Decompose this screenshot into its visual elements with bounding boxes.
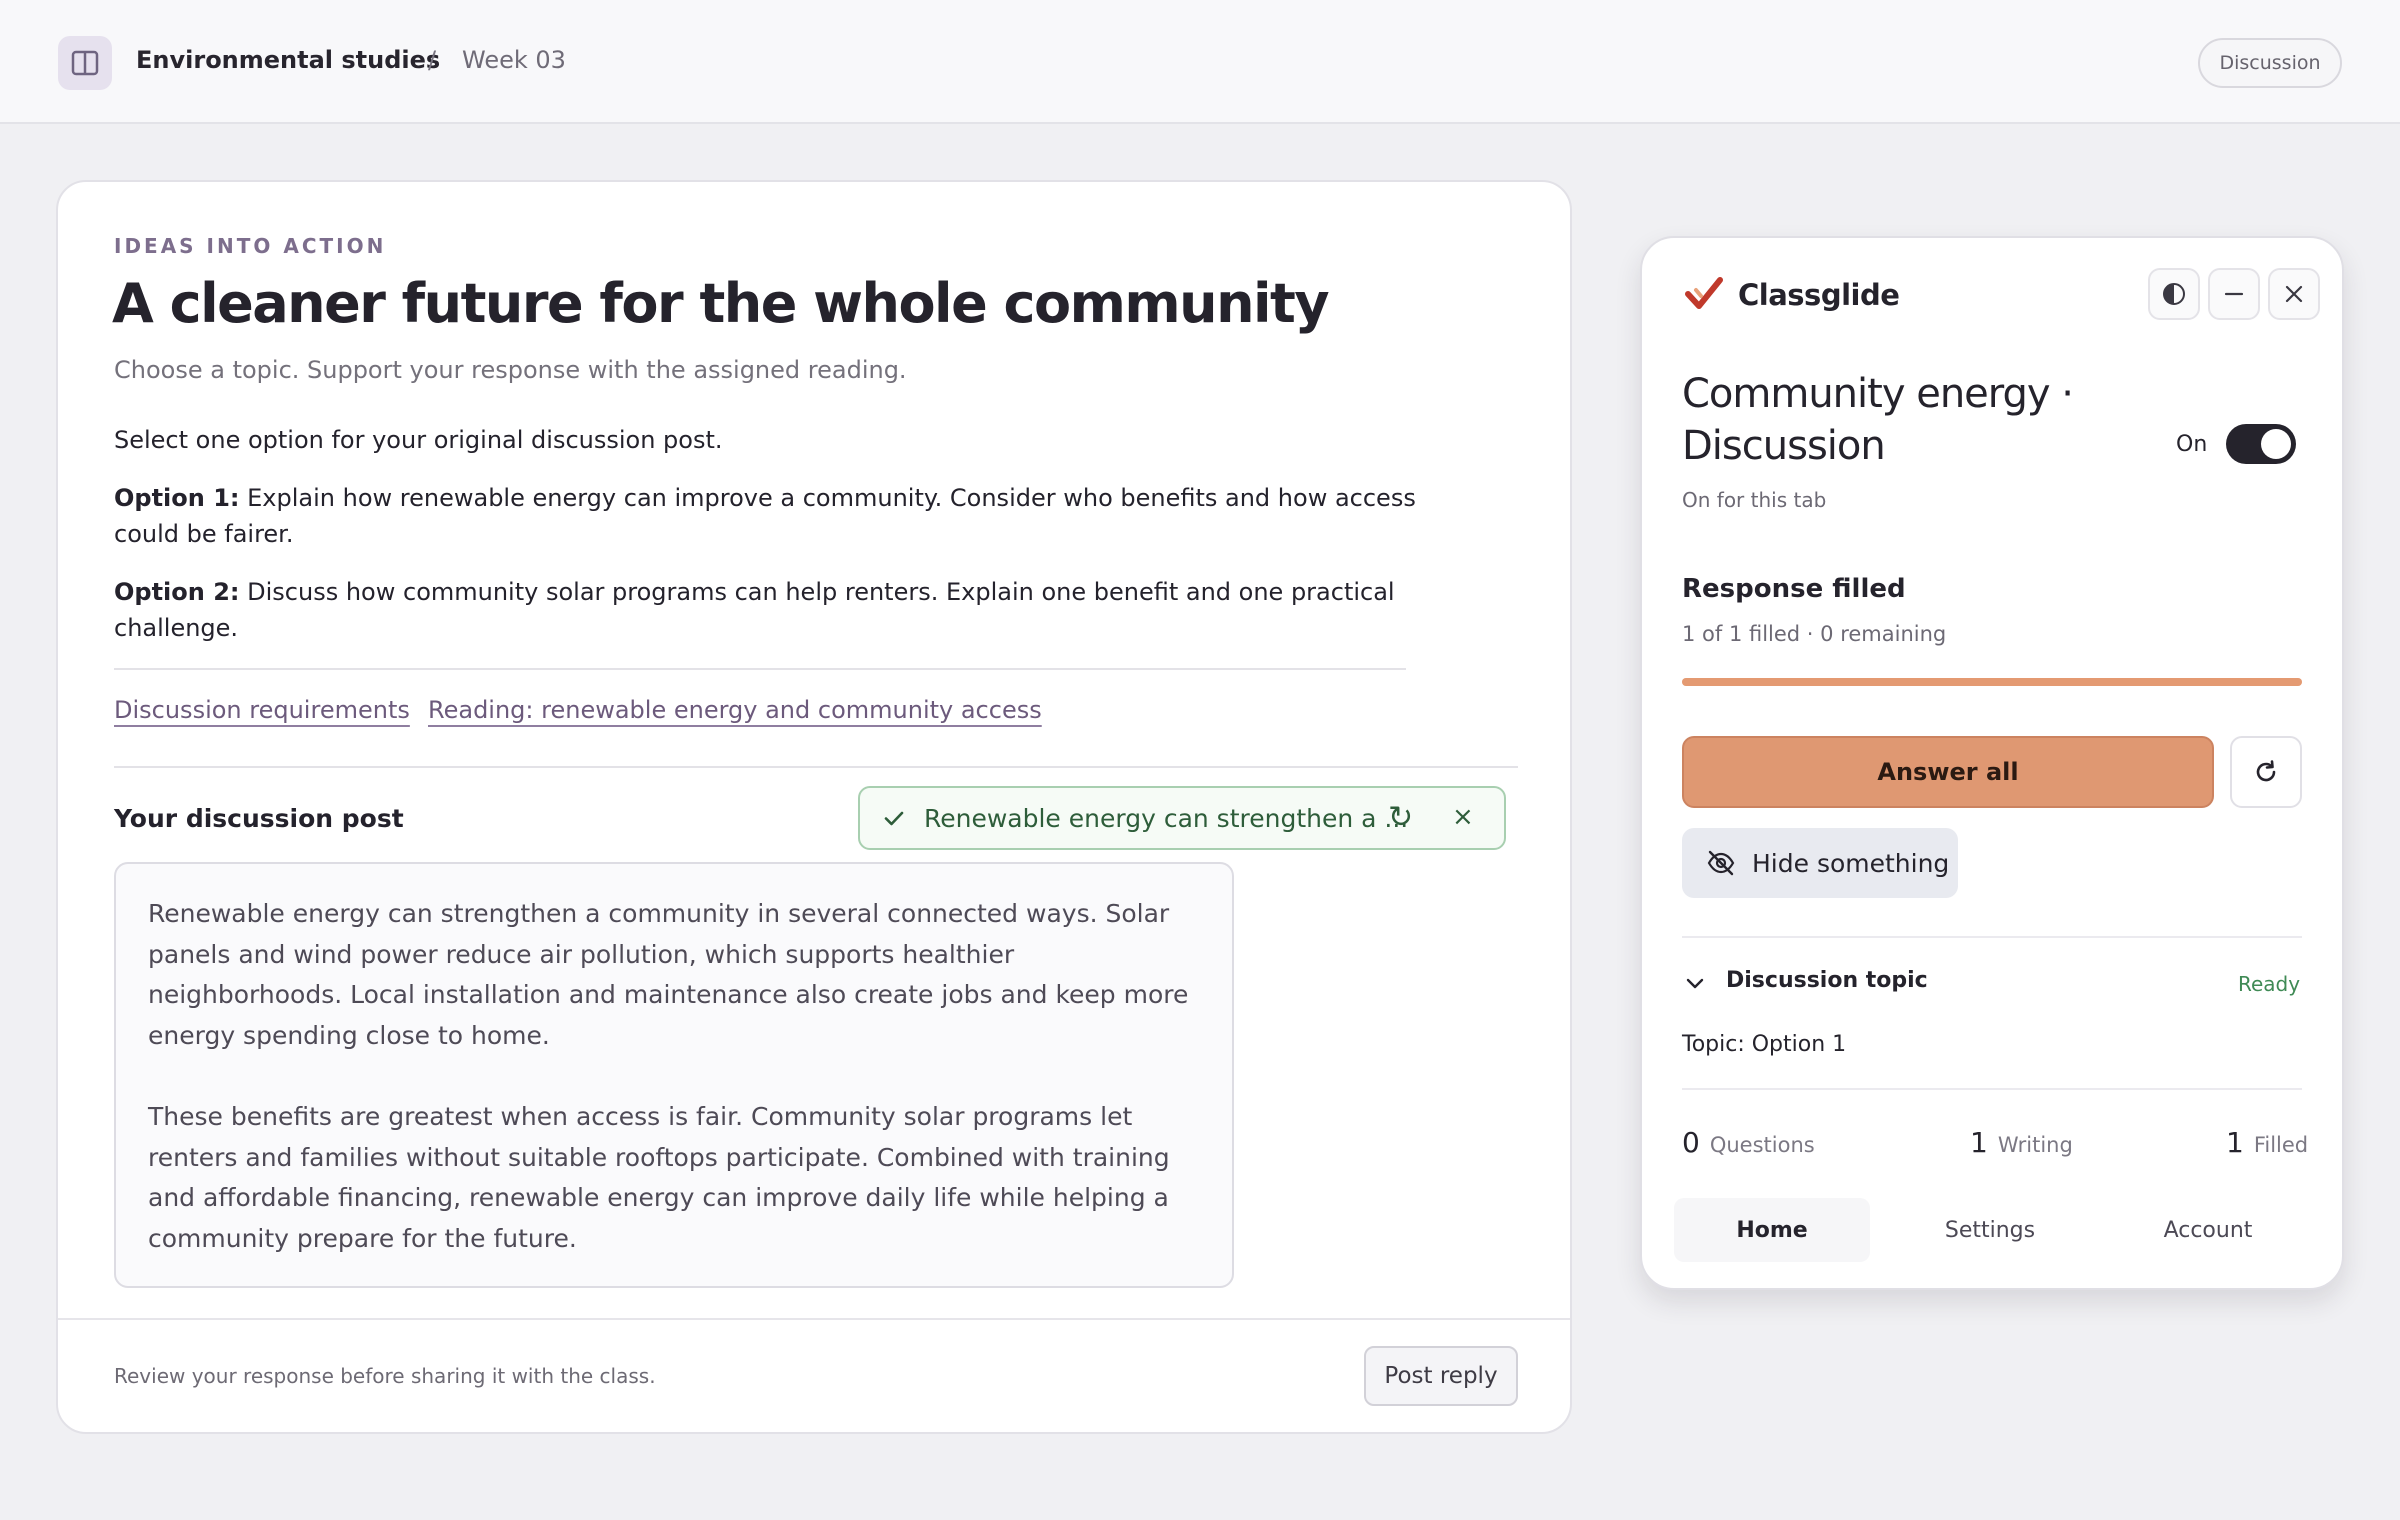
stat-count: 1 [1970,1126,1988,1159]
response-subtitle: 1 of 1 filled · 0 remaining [1682,622,1947,646]
regenerate-icon[interactable]: ↻ [1388,800,1413,835]
page-title: A cleaner future for the whole community [112,272,1330,335]
classglide-logo-icon [1684,274,1726,318]
fill-toast: Renewable energy can strengthen a ... ↻ … [858,786,1506,850]
panel-title: Community energy · Discussion [1682,371,2074,469]
breadcrumb-separator: / [428,46,437,74]
close-icon[interactable] [2268,268,2320,320]
chevron-down-icon[interactable] [1684,974,1706,998]
divider [1682,936,2302,938]
divider [114,766,1518,768]
breadcrumb-course[interactable]: Environmental studies [136,46,440,74]
hide-something-label: Hide something [1752,849,1950,878]
topic-heading[interactable]: Discussion topic [1726,968,1928,993]
breadcrumb-week[interactable]: Week 03 [462,46,566,74]
page-subtitle: Choose a topic. Support your response wi… [114,356,907,384]
option-2-label: Option 2: [114,578,240,606]
enable-toggle[interactable] [2226,424,2296,464]
option-1-label: Option 1: [114,484,240,512]
response-title: Response filled [1682,574,1906,604]
stat-questions: 0 Questions [1682,1126,1815,1159]
option-1: Option 1: Explain how renewable energy c… [114,480,1444,552]
post-paragraph: Renewable energy can strengthen a commun… [148,899,1189,1050]
status-badge: Ready [2238,972,2301,996]
assignment-card: IDEAS INTO ACTION A cleaner future for t… [56,180,1572,1434]
book-icon[interactable] [58,36,112,90]
requirements-link[interactable]: Discussion requirements [114,696,410,724]
discussion-badge: Discussion [2198,38,2342,88]
option-1-text: Explain how renewable energy can improve… [114,484,1416,548]
tab-home[interactable]: Home [1674,1198,1870,1262]
post-paragraph: These benefits are greatest when access … [148,1102,1170,1253]
check-icon [882,806,906,834]
topic-value: Topic: Option 1 [1682,1032,1847,1057]
brand-name: Classglide [1738,278,1900,312]
instructions-intro: Select one option for your original disc… [114,426,723,454]
hide-something-button[interactable]: Hide something [1682,828,1958,898]
contrast-icon[interactable] [2148,268,2200,320]
toast-text: Renewable energy can strengthen a ... [924,804,1409,833]
divider [1682,1088,2302,1090]
scope-text: On for this tab [1682,488,1827,512]
minimize-icon[interactable] [2208,268,2260,320]
option-2: Option 2: Discuss how community solar pr… [114,574,1444,646]
tab-account[interactable]: Account [2110,1198,2306,1262]
stat-count: 1 [2226,1126,2244,1159]
footer-divider [58,1318,1570,1320]
tab-settings[interactable]: Settings [1892,1198,2088,1262]
answer-all-button[interactable]: Answer all [1682,736,2214,808]
stat-count: 0 [1682,1126,1700,1159]
post-label: Your discussion post [114,804,404,833]
eye-off-icon [1706,850,1736,880]
toggle-label: On [2176,432,2208,457]
eyebrow: IDEAS INTO ACTION [114,234,387,258]
stat-writing: 1 Writing [1970,1126,2073,1159]
divider [114,668,1406,670]
refresh-icon[interactable] [2230,736,2302,808]
footer-note: Review your response before sharing it w… [114,1364,656,1388]
classglide-panel: Classglide Community energy · Discussion… [1640,236,2344,1290]
stat-label: Writing [1997,1133,2073,1157]
post-reply-button[interactable]: Post reply [1364,1346,1518,1406]
progress-fill [1682,678,2302,686]
stat-filled: 1 Filled [2226,1126,2308,1159]
reading-link[interactable]: Reading: renewable energy and community … [428,696,1042,724]
post-textarea[interactable]: Renewable energy can strengthen a commun… [114,862,1234,1288]
stat-label: Questions [1709,1133,1815,1157]
stat-label: Filled [2253,1133,2309,1157]
close-icon[interactable]: × [1452,802,1474,832]
progress-bar [1682,678,2302,686]
toggle-knob [2261,429,2291,459]
option-2-text: Discuss how community solar programs can… [114,578,1395,642]
top-bar: Environmental studies / Week 03 Discussi… [0,0,2400,124]
